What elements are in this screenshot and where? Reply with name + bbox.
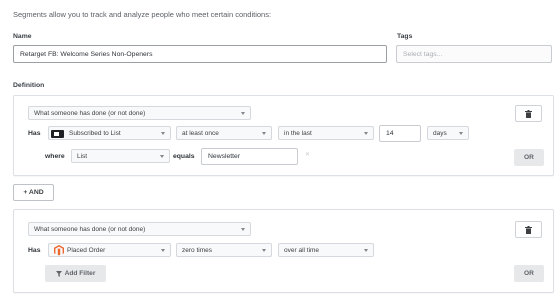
timeframe-select[interactable]: in the last [278, 126, 374, 140]
chevron-down-icon [262, 249, 266, 252]
timeframe-value: in the last [284, 129, 312, 137]
chevron-down-icon [241, 112, 245, 115]
chevron-down-icon [262, 132, 266, 135]
chevron-down-icon [459, 132, 463, 135]
magento-icon [54, 245, 64, 256]
trash-icon [525, 109, 532, 118]
delete-condition-button[interactable] [515, 221, 542, 238]
list-icon [51, 130, 64, 138]
add-filter-label: Add Filter [64, 270, 96, 277]
intro-text: Segments allow you to track and analyze … [13, 10, 272, 19]
timeframe-value: over all time [284, 246, 320, 254]
or-button[interactable]: OR [514, 265, 544, 282]
where-label: where [45, 153, 65, 160]
metric-value: Subscribed to List [69, 129, 121, 137]
amount-input[interactable]: 14 [379, 125, 421, 142]
chevron-down-icon [364, 132, 368, 135]
timeframe-select[interactable]: over all time [278, 243, 374, 257]
delete-condition-button[interactable] [515, 105, 542, 122]
metric-value: Placed Order [67, 246, 106, 254]
tags-label: Tags [397, 33, 413, 40]
has-label: Has [28, 247, 41, 254]
chevron-down-icon [160, 155, 164, 158]
unit-value: days [433, 129, 447, 137]
unit-select[interactable]: days [427, 126, 469, 140]
metric-select[interactable]: Subscribed to List [48, 126, 171, 140]
filter-icon [55, 270, 62, 277]
chevron-down-icon [161, 132, 165, 135]
filter-value-input[interactable]: Newsletter [201, 148, 298, 165]
clear-filter-icon[interactable]: ✕ [305, 151, 310, 158]
definition-label: Definition [13, 82, 45, 89]
equals-label: equals [173, 153, 195, 160]
frequency-value: at least once [182, 129, 219, 137]
frequency-select[interactable]: at least once [176, 126, 272, 140]
name-label: Name [13, 33, 32, 40]
frequency-select[interactable]: zero times [176, 243, 272, 257]
condition-type-select[interactable]: What someone has done (or not done) [28, 106, 251, 120]
add-and-button[interactable]: + AND [13, 184, 54, 201]
or-button[interactable]: OR [514, 149, 544, 166]
chevron-down-icon [161, 249, 165, 252]
filter-property-select[interactable]: List [71, 149, 170, 163]
condition-type-value: What someone has done (or not done) [34, 225, 146, 233]
frequency-value: zero times [182, 246, 212, 254]
metric-select[interactable]: Placed Order [48, 243, 171, 257]
chevron-down-icon [241, 228, 245, 231]
tags-select[interactable]: Select tags... [396, 45, 552, 63]
filter-property-value: List [77, 152, 88, 160]
has-label: Has [28, 130, 41, 137]
trash-icon [525, 225, 532, 234]
condition-type-select[interactable]: What someone has done (or not done) [28, 222, 251, 236]
condition-panel-2: What someone has done (or not done) Has … [13, 209, 554, 293]
chevron-down-icon [364, 249, 368, 252]
condition-type-value: What someone has done (or not done) [34, 109, 146, 117]
name-field[interactable]: Retarget FB: Welcome Series Non-Openers [13, 45, 387, 63]
condition-panel-1: What someone has done (or not done) Has … [13, 95, 554, 176]
add-filter-button[interactable]: Add Filter [45, 265, 106, 282]
